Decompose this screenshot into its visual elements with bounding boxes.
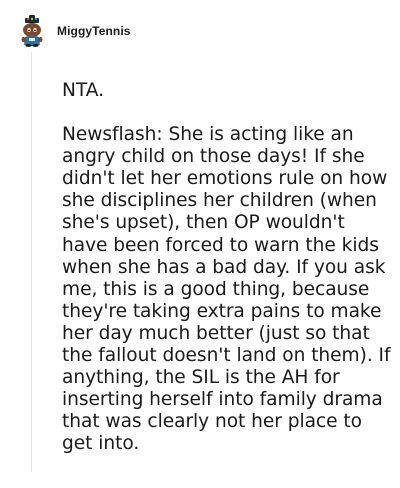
avatar[interactable] (16, 15, 48, 47)
comment-author[interactable]: MiggyTennis (57, 24, 131, 38)
comment-paragraph: Newsflash: She is acting like an angry c… (62, 124, 391, 455)
comment-paragraph: NTA. (62, 80, 104, 101)
comment-header: MiggyTennis (16, 15, 131, 47)
comment-body: NTA. Newsflash: She is acting like an an… (62, 80, 392, 456)
comment-card: MiggyTennis NTA. Newsflash: She is actin… (0, 0, 400, 488)
thread-line[interactable] (31, 52, 32, 472)
snoo-avatar-icon (21, 15, 43, 47)
